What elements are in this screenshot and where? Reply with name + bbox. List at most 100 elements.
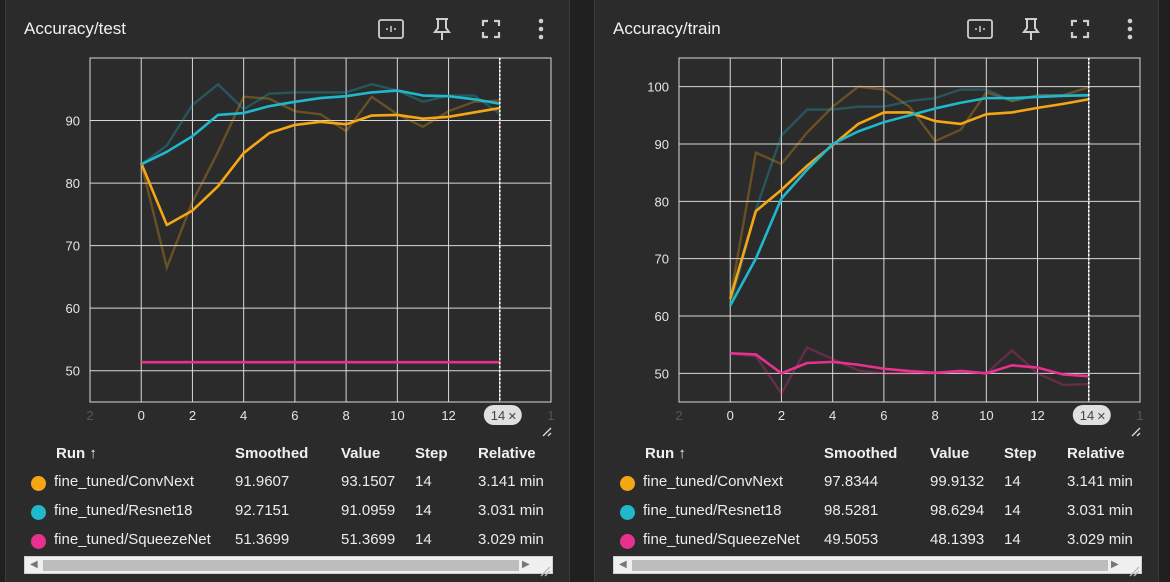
x-tick-label: 0: [138, 408, 145, 423]
plot-border: [89, 57, 552, 403]
step-badge[interactable]: 14 ✕: [1072, 405, 1111, 425]
series-raw-line: [729, 88, 1089, 306]
relative-value: 3.031 min: [478, 502, 544, 519]
chart-title: Accuracy/train: [613, 19, 721, 38]
x-tick-label: 2: [86, 408, 93, 423]
scroll-left-icon[interactable]: ◀: [619, 559, 627, 570]
col-relative-header[interactable]: Relative: [478, 445, 536, 462]
table-row[interactable]: fine_tuned/Resnet18 92.7151 91.0959 14 3…: [6, 497, 571, 525]
step-badge-close-icon: ✕: [508, 410, 517, 423]
step-value: 14: [415, 531, 432, 548]
relative-value: 3.141 min: [478, 473, 544, 490]
scroll-right-icon[interactable]: ▶: [522, 559, 530, 570]
x-tick-label: 4: [829, 408, 836, 423]
relative-value: 3.029 min: [1067, 531, 1133, 548]
scrollbar-thumb[interactable]: [43, 560, 519, 571]
pin-icon[interactable]: [427, 14, 457, 44]
grid-lines: [90, 58, 551, 402]
run-color-dot: [31, 505, 46, 520]
col-run-header[interactable]: Run ↑: [645, 445, 686, 462]
more-vert-icon[interactable]: [526, 14, 556, 44]
fullscreen-icon[interactable]: [1065, 14, 1095, 44]
run-color-dot: [31, 476, 46, 491]
x-tick-label: 2: [189, 408, 196, 423]
resize-handle-icon[interactable]: [1128, 565, 1140, 577]
run-name: fine_tuned/SqueezeNet: [643, 531, 800, 548]
chart-title: Accuracy/test: [24, 19, 127, 38]
col-step-header[interactable]: Step: [1004, 445, 1037, 462]
col-smoothed-header[interactable]: Smoothed: [824, 445, 897, 462]
horizontal-scrollbar[interactable]: ◀ ▶: [613, 556, 1142, 574]
run-color-dot: [620, 534, 635, 549]
pin-icon[interactable]: [1016, 14, 1046, 44]
x-tick-label: 8: [342, 408, 349, 423]
chart-svg[interactable]: 50 60 70 80 90 100 2 0 2 4 6 8 10 12 1 14 ✕: [595, 50, 1160, 440]
x-tick-label: 1: [1136, 408, 1143, 423]
run-name: fine_tuned/ConvNext: [54, 473, 195, 490]
horizontal-scrollbar[interactable]: ◀ ▶: [24, 556, 553, 574]
x-tick-label: 6: [291, 408, 298, 423]
scroll-right-icon[interactable]: ▶: [1111, 559, 1119, 570]
y-tick-label: 60: [655, 309, 669, 324]
more-vert-icon[interactable]: [1115, 14, 1145, 44]
smoothed-value: 97.8344: [824, 473, 879, 490]
step-value: 14: [1004, 531, 1021, 548]
x-tick-label: 8: [931, 408, 938, 423]
step-badge[interactable]: 14 ✕: [483, 405, 522, 425]
run-color-dot: [620, 505, 635, 520]
col-step-header[interactable]: Step: [415, 445, 448, 462]
step-value: 14: [415, 473, 432, 490]
y-tick-label: 80: [655, 194, 669, 209]
y-tick-label: 100: [647, 80, 669, 95]
step-badge-label: 14: [1080, 408, 1094, 423]
run-name: fine_tuned/SqueezeNet: [54, 531, 211, 548]
step-badge-label: 14: [491, 408, 505, 423]
col-value-header[interactable]: Value: [930, 445, 969, 462]
col-run-header[interactable]: Run ↑: [56, 445, 97, 462]
col-relative-header[interactable]: Relative: [1067, 445, 1125, 462]
x-tick-label: 0: [727, 408, 734, 423]
run-color-dot: [620, 476, 635, 491]
x-tick-label: 12: [1030, 408, 1044, 423]
line-chart[interactable]: 50 60 70 80 90 100 2 0 2 4 6 8 10 12 1 14 ✕: [595, 50, 1160, 440]
col-smoothed-header[interactable]: Smoothed: [235, 445, 308, 462]
scrollbar-thumb[interactable]: [632, 560, 1108, 571]
table-row[interactable]: fine_tuned/ConvNext 91.9607 93.1507 14 3…: [6, 468, 571, 496]
step-value: 14: [1004, 502, 1021, 519]
series-smoothed-line: [728, 98, 1090, 300]
run-color-dot: [31, 534, 46, 549]
plot-border: [678, 57, 1141, 403]
y-tick-label: 50: [66, 364, 80, 379]
resize-handle-icon[interactable]: [539, 565, 551, 577]
series-smoothed-line: [729, 93, 1089, 307]
y-tick-label: 90: [655, 137, 669, 152]
smoothed-value: 98.5281: [824, 502, 879, 519]
y-tick-label: 80: [66, 176, 80, 191]
grid-lines: [679, 58, 1140, 402]
x-tick-label: 10: [390, 408, 404, 423]
x-tick-label: 2: [778, 408, 785, 423]
smoothed-value: 92.7151: [235, 502, 290, 519]
table-row[interactable]: fine_tuned/ConvNext 97.8344 99.9132 14 3…: [595, 468, 1160, 496]
fullscreen-icon[interactable]: [476, 14, 506, 44]
relative-value: 3.029 min: [478, 531, 544, 548]
table-row[interactable]: fine_tuned/SqueezeNet 49.5053 48.1393 14…: [595, 526, 1160, 554]
smoothed-value: 51.3699: [235, 531, 290, 548]
table-row[interactable]: fine_tuned/Resnet18 98.5281 98.6294 14 3…: [595, 497, 1160, 525]
run-name: fine_tuned/ConvNext: [643, 473, 784, 490]
scroll-left-icon[interactable]: ◀: [30, 559, 38, 570]
y-tick-label: 90: [66, 114, 80, 129]
chart-svg[interactable]: 50 60 70 80 90 2 0 2 4 6 8 10 12 1 14 ✕: [6, 50, 571, 440]
raw-value: 51.3699: [341, 531, 396, 548]
smoothed-value: 49.5053: [824, 531, 879, 548]
x-tick-label: 10: [979, 408, 993, 423]
x-tick-label: 1: [547, 408, 554, 423]
y-tick-label: 50: [655, 366, 669, 381]
line-chart[interactable]: 50 60 70 80 90 2 0 2 4 6 8 10 12 1 14 ✕: [6, 50, 571, 440]
table-row[interactable]: fine_tuned/SqueezeNet 51.3699 51.3699 14…: [6, 526, 571, 554]
smoothed-value: 91.9607: [235, 473, 290, 490]
col-value-header[interactable]: Value: [341, 445, 380, 462]
fit-domain-icon[interactable]: [965, 14, 995, 44]
raw-value: 93.1507: [341, 473, 396, 490]
fit-domain-icon[interactable]: [376, 14, 406, 44]
